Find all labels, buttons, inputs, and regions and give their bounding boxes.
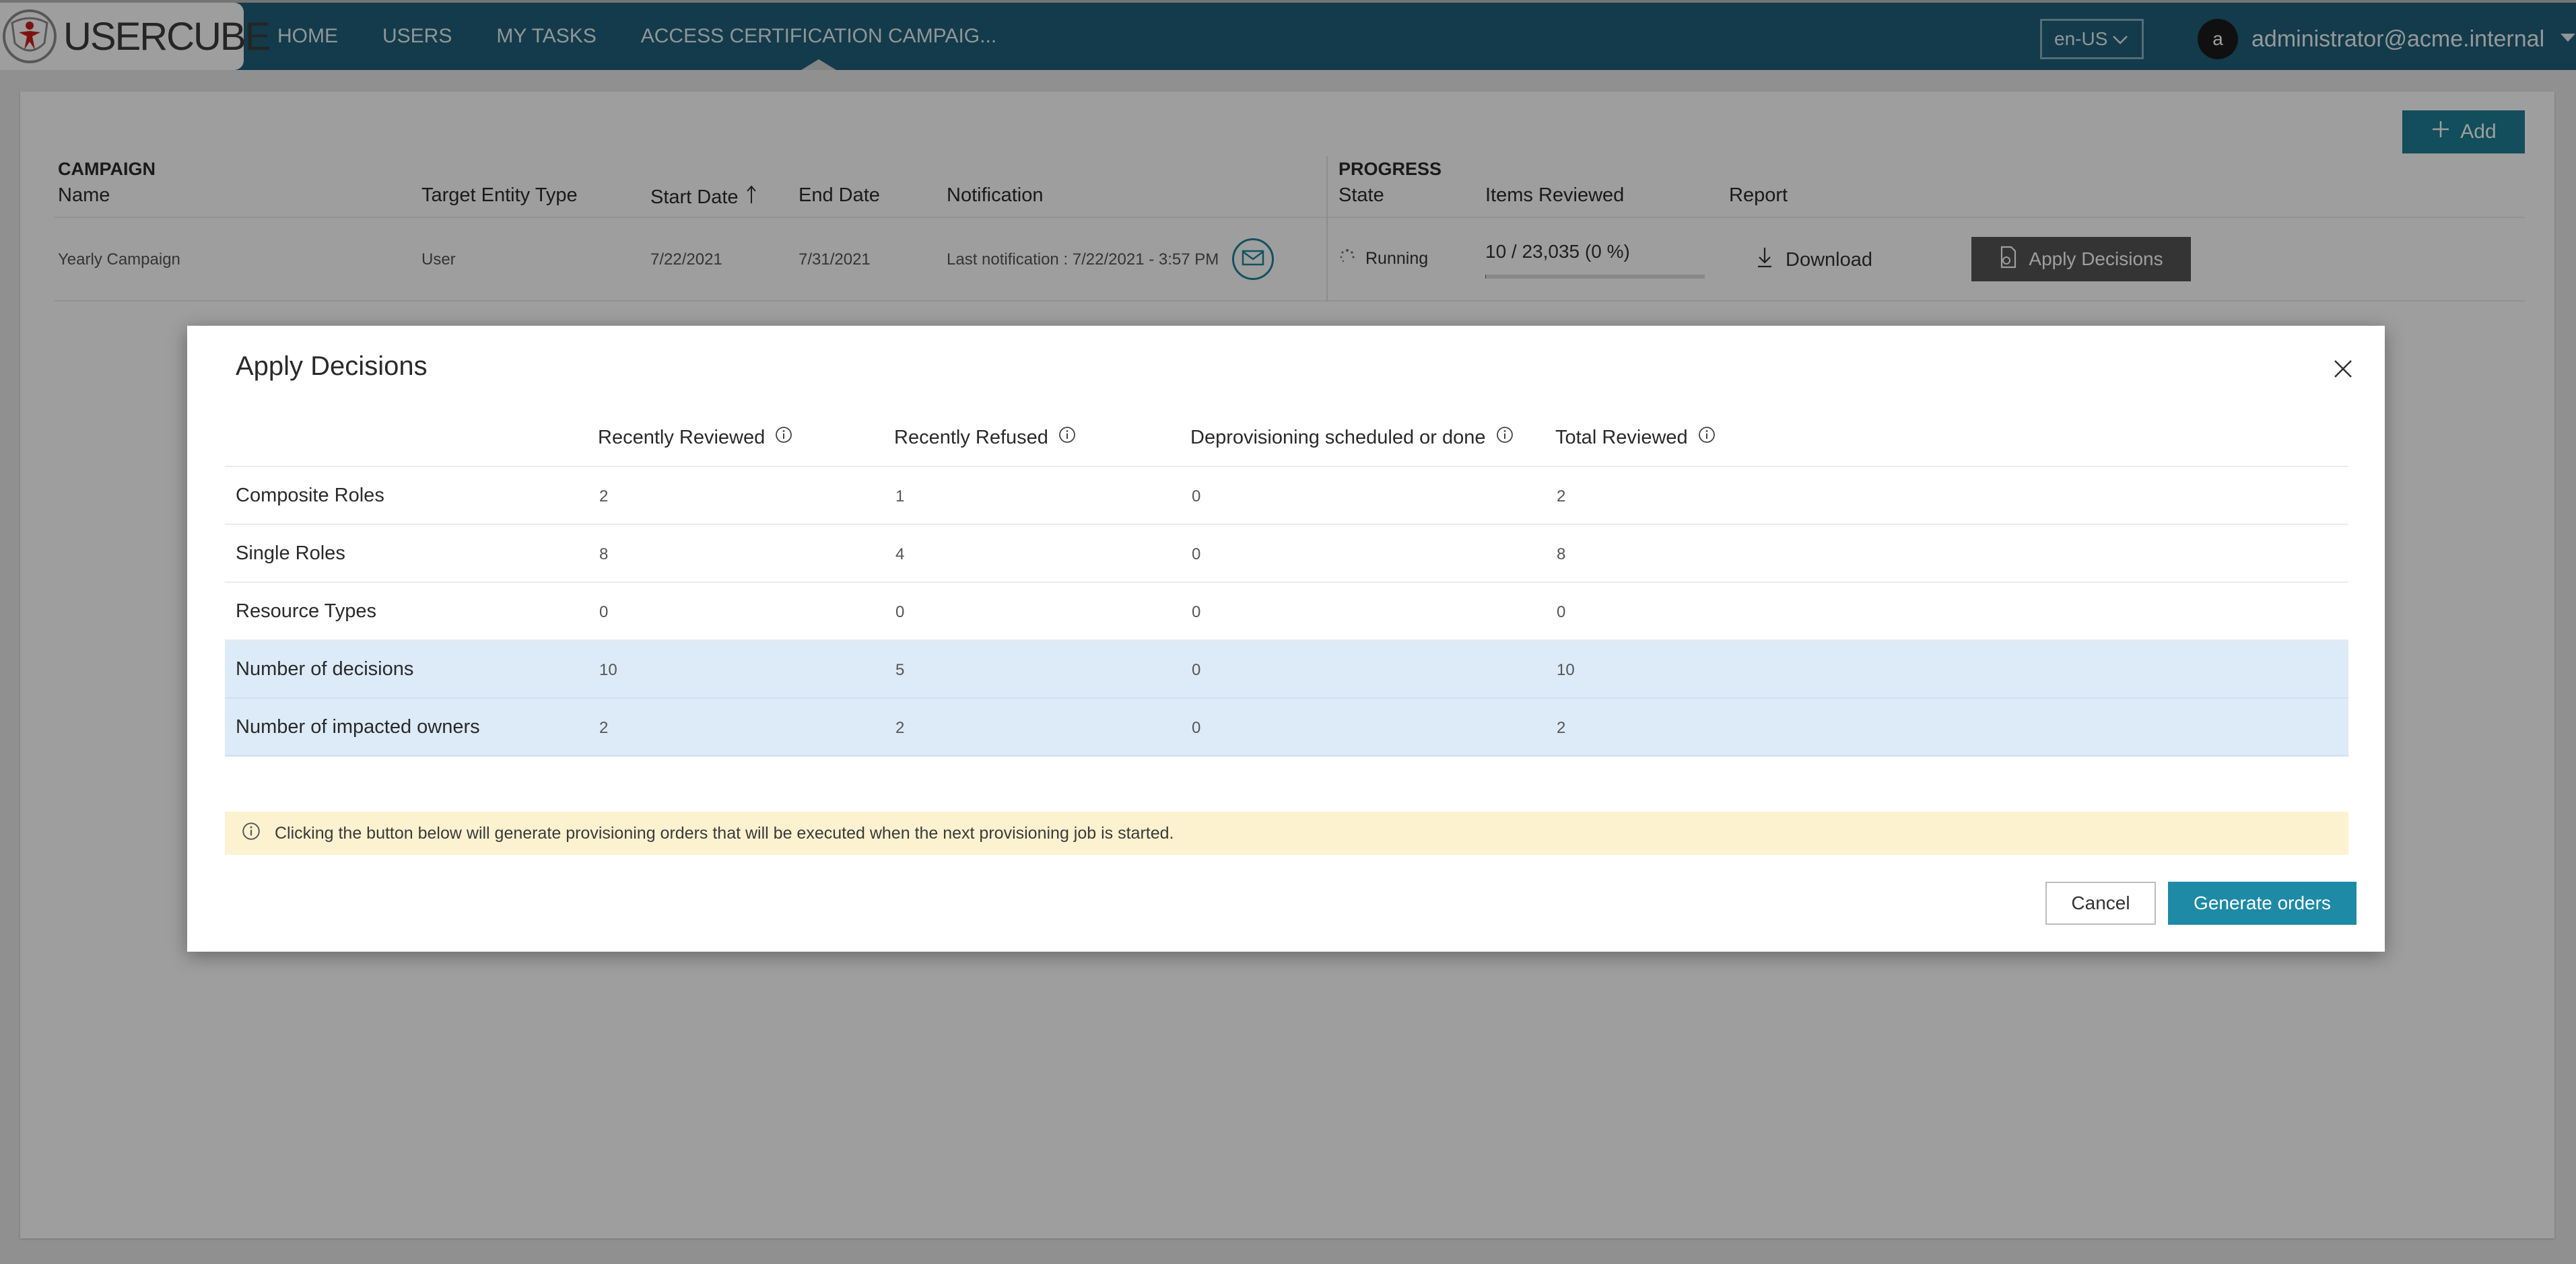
cell-recently-reviewed: 2: [599, 719, 609, 737]
header-label: Recently Reviewed: [598, 426, 766, 448]
header-total-reviewed: Total Reviewed: [1555, 425, 1716, 450]
cell-deprovisioning: 0: [1192, 545, 1201, 563]
cell-recently-refused: 2: [895, 719, 905, 737]
cell-recently-reviewed: 0: [599, 603, 609, 621]
row-label: Composite Roles: [236, 485, 384, 506]
cell-total-reviewed: 0: [1557, 603, 1566, 621]
table-row: Resource Types 0 0 0 0: [225, 583, 2348, 641]
row-label: Number of impacted owners: [236, 716, 480, 738]
header-label: Deprovisioning scheduled or done: [1190, 426, 1486, 448]
header-deprovisioning: Deprovisioning scheduled or done: [1190, 425, 1514, 450]
cell-total-reviewed: 10: [1557, 661, 1575, 679]
cell-recently-reviewed: 2: [599, 487, 609, 505]
header-label: Total Reviewed: [1555, 426, 1688, 448]
cell-recently-reviewed: 10: [599, 661, 617, 679]
cell-recently-refused: 1: [895, 487, 905, 505]
dialog-title: Apply Decisions: [236, 351, 428, 381]
row-label: Number of decisions: [236, 658, 414, 680]
cell-recently-refused: 5: [895, 661, 905, 679]
cell-deprovisioning: 0: [1192, 603, 1201, 621]
info-icon[interactable]: [774, 425, 793, 450]
close-icon[interactable]: [2330, 355, 2357, 382]
info-icon[interactable]: [1495, 425, 1514, 450]
info-notice: Clicking the button below will generate …: [225, 812, 2348, 855]
table-row: Composite Roles 2 1 0 2: [225, 467, 2348, 525]
cancel-button[interactable]: Cancel: [2045, 882, 2156, 925]
cell-deprovisioning: 0: [1192, 661, 1201, 679]
generate-orders-button[interactable]: Generate orders: [2168, 882, 2357, 925]
cell-total-reviewed: 2: [1557, 487, 1566, 505]
decisions-table: Recently Reviewed Recently Refused Depro…: [225, 407, 2348, 757]
row-label: Resource Types: [236, 600, 377, 622]
cell-deprovisioning: 0: [1192, 719, 1201, 737]
info-icon[interactable]: [1697, 425, 1716, 450]
cell-deprovisioning: 0: [1192, 487, 1201, 505]
row-label: Single Roles: [236, 542, 345, 564]
table-row: Single Roles 8 4 0 8: [225, 525, 2348, 583]
info-icon: [241, 821, 261, 846]
cell-recently-refused: 0: [895, 603, 905, 621]
header-label: Recently Refused: [894, 426, 1048, 448]
table-row-summary: Number of impacted owners 2 2 0 2: [225, 699, 2348, 757]
header-recently-refused: Recently Refused: [894, 425, 1077, 450]
cell-recently-reviewed: 8: [599, 545, 609, 563]
table-row-summary: Number of decisions 10 5 0 10: [225, 641, 2348, 699]
header-recently-reviewed: Recently Reviewed: [598, 425, 793, 450]
cell-total-reviewed: 2: [1557, 719, 1566, 737]
cell-total-reviewed: 8: [1557, 545, 1566, 563]
notice-text: Clicking the button below will generate …: [275, 823, 1174, 843]
apply-decisions-dialog: Apply Decisions Recently Reviewed Recent…: [187, 326, 2385, 952]
cell-recently-refused: 4: [895, 545, 905, 563]
info-icon[interactable]: [1058, 425, 1077, 450]
table-header: Recently Reviewed Recently Refused Depro…: [225, 407, 2348, 467]
